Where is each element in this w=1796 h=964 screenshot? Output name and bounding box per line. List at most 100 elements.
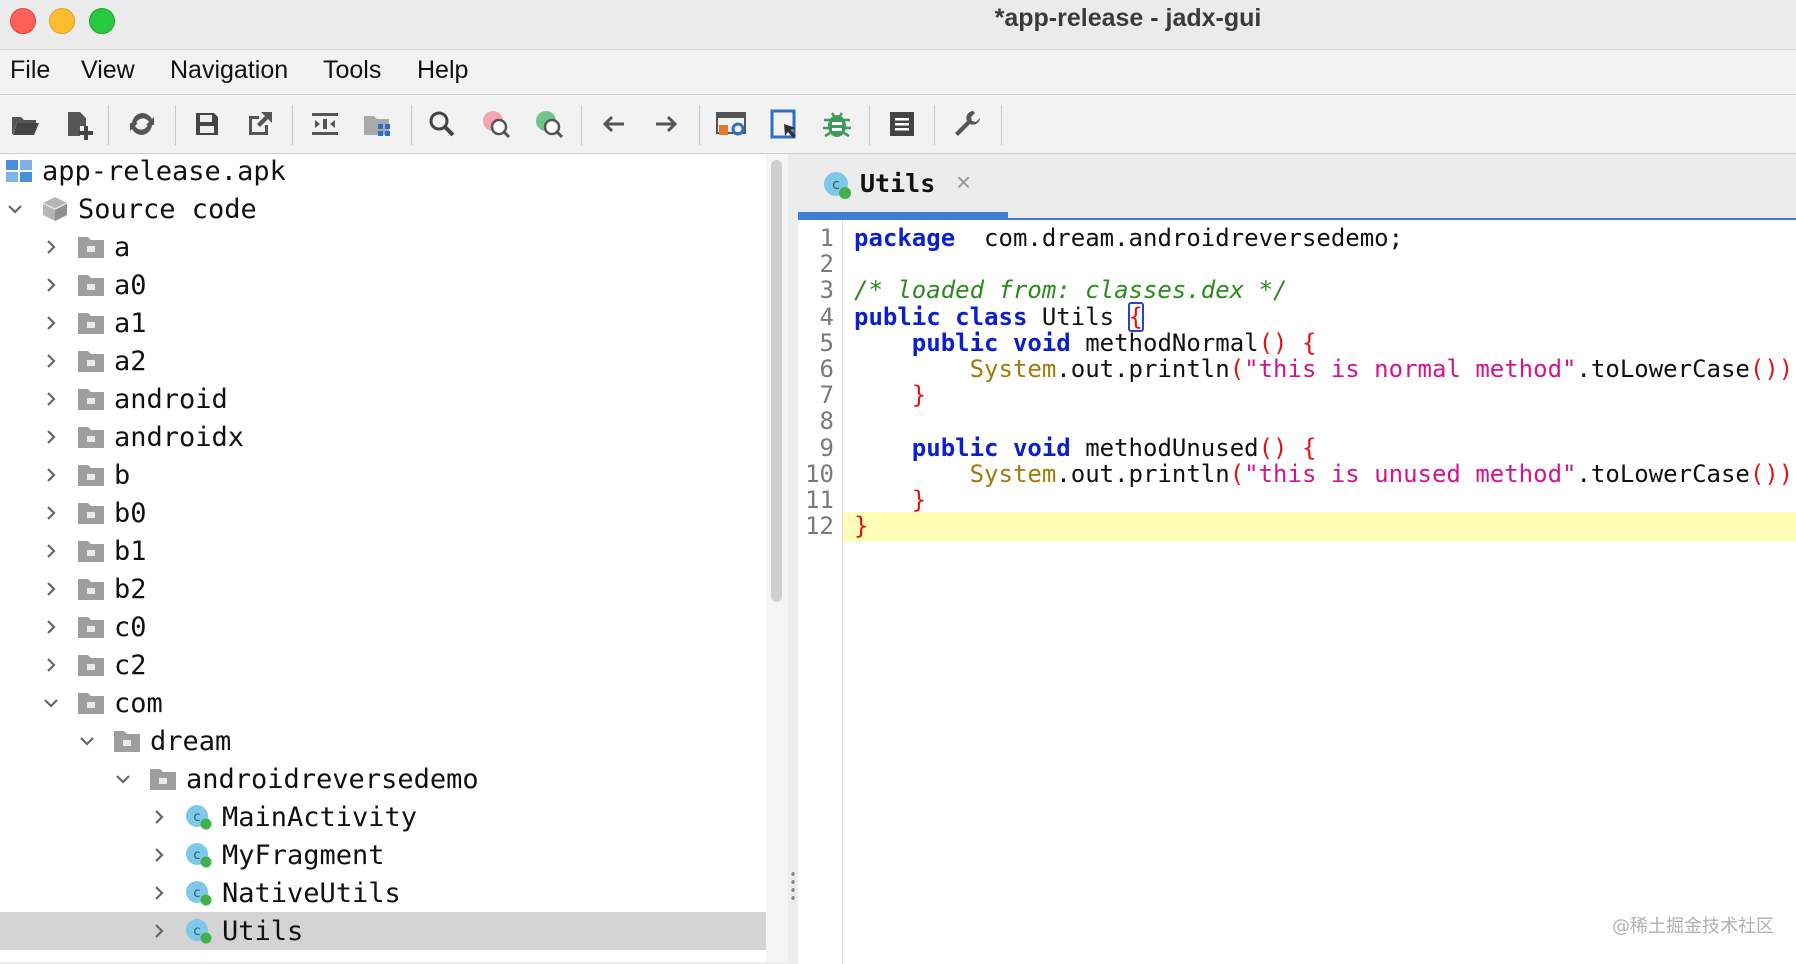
svg-text:c: c <box>193 848 200 863</box>
chevron-right-icon[interactable] <box>40 616 62 638</box>
menu-file[interactable]: File <box>10 56 50 85</box>
code-token: } <box>911 486 927 514</box>
tree-item-label: c0 <box>114 611 147 643</box>
code-editor[interactable]: 1 2 3 4 5 6 7 8 9 10 11 12 package com.dream.androi… <box>798 218 1796 964</box>
svg-text:c: c <box>193 924 200 939</box>
tree-item-a0[interactable]: a0 <box>0 266 766 304</box>
tree-item-label: b <box>114 459 131 491</box>
menu-navigation[interactable]: Navigation <box>170 56 288 85</box>
tree-item-dream[interactable]: dream <box>0 722 766 760</box>
panel-splitter[interactable] <box>788 154 798 962</box>
folder-icon <box>76 538 106 564</box>
deobfuscation-icon[interactable] <box>714 107 748 141</box>
log-viewer-icon[interactable] <box>885 107 919 141</box>
code-token: } <box>911 381 927 410</box>
tree-item-app-release-apk[interactable]: app-release.apk <box>0 154 766 190</box>
forward-icon[interactable] <box>649 107 683 141</box>
close-tab-icon[interactable]: × <box>956 167 971 198</box>
tree-item-androidx[interactable]: androidx <box>0 418 766 456</box>
splitter-grip-icon[interactable] <box>790 870 796 900</box>
tree-item-utils[interactable]: c Utils <box>0 912 766 950</box>
chevron-right-icon[interactable] <box>40 274 62 296</box>
chevron-right-icon[interactable] <box>148 844 170 866</box>
code-line: public class Utils { <box>854 301 1145 332</box>
package-cube-icon <box>40 196 70 222</box>
preferences-icon[interactable] <box>950 107 984 141</box>
find-usage-icon[interactable] <box>532 107 566 141</box>
tree-item-b1[interactable]: b1 <box>0 532 766 570</box>
code-token: { <box>1301 328 1317 357</box>
search-text-icon[interactable] <box>425 107 459 141</box>
tree-item-b2[interactable]: b2 <box>0 570 766 608</box>
chevron-right-icon[interactable] <box>40 426 62 448</box>
flatten-packages-icon[interactable] <box>361 107 395 141</box>
chevron-right-icon[interactable] <box>40 388 62 410</box>
tree-item-c2[interactable]: c2 <box>0 646 766 684</box>
code-token: public void <box>911 328 1071 357</box>
folder-icon <box>76 386 106 412</box>
folder-icon <box>76 500 106 526</box>
chevron-down-icon[interactable] <box>76 730 98 752</box>
export-icon[interactable] <box>243 107 277 141</box>
menu-tools[interactable]: Tools <box>323 56 381 85</box>
chevron-down-icon[interactable] <box>112 768 134 790</box>
window-title: *app-release - jadx-gui <box>994 4 1262 32</box>
chevron-right-icon[interactable] <box>40 464 62 486</box>
chevron-right-icon[interactable] <box>40 350 62 372</box>
tree-item-nativeutils[interactable]: c NativeUtils <box>0 874 766 912</box>
open-file-icon[interactable] <box>8 107 42 141</box>
chevron-right-icon[interactable] <box>148 920 170 942</box>
chevron-right-icon[interactable] <box>40 654 62 676</box>
tree-item-a[interactable]: a <box>0 228 766 266</box>
chevron-right-icon[interactable] <box>40 236 62 258</box>
code-token: ( <box>1229 355 1245 383</box>
chevron-down-icon[interactable] <box>40 692 62 714</box>
sync-icon[interactable] <box>125 107 159 141</box>
sync-with-editor-icon[interactable] <box>308 107 342 141</box>
tree-item-androidreversedemo[interactable]: androidreversedemo <box>0 760 766 798</box>
menu-help[interactable]: Help <box>417 56 468 85</box>
code-token: System <box>969 459 1057 488</box>
back-icon[interactable] <box>597 107 631 141</box>
line-number: 10 <box>805 459 834 488</box>
find-class-icon[interactable] <box>479 107 513 141</box>
tree-item-label: b0 <box>114 497 147 529</box>
chevron-right-icon[interactable] <box>148 882 170 904</box>
save-all-icon[interactable] <box>190 107 224 141</box>
quark-icon[interactable] <box>767 107 801 141</box>
add-files-icon[interactable] <box>61 107 95 141</box>
tree-item-c0[interactable]: c0 <box>0 608 766 646</box>
tree-item-myfragment[interactable]: c MyFragment <box>0 836 766 874</box>
folder-icon <box>76 614 106 640</box>
tree-item-android[interactable]: android <box>0 380 766 418</box>
menu-view[interactable]: View <box>81 56 135 85</box>
chevron-right-icon[interactable] <box>40 312 62 334</box>
tree-item-label: a <box>114 231 131 263</box>
tree-item-label: a0 <box>114 269 147 301</box>
chevron-right-icon[interactable] <box>148 806 170 828</box>
chevron-right-icon[interactable] <box>40 540 62 562</box>
tree-item-mainactivity[interactable]: c MainActivity <box>0 798 766 836</box>
code-token: methodUnused <box>1070 433 1259 462</box>
chevron-right-icon[interactable] <box>40 502 62 524</box>
tree-item-b0[interactable]: b0 <box>0 494 766 532</box>
folder-icon <box>76 576 106 602</box>
tree-item-b[interactable]: b <box>0 456 766 494</box>
code-token: .out.println <box>1056 355 1230 383</box>
chevron-right-icon[interactable] <box>40 578 62 600</box>
debugger-icon[interactable] <box>820 107 854 141</box>
class-icon: c <box>184 804 214 830</box>
tree-item-a1[interactable]: a1 <box>0 304 766 342</box>
project-tree[interactable]: app-release.apk Source code a a0 a1 a2 android… <box>0 154 767 962</box>
line-number: 11 <box>805 486 834 514</box>
tree-item-com[interactable]: com <box>0 684 766 722</box>
tree-scrollbar-thumb[interactable] <box>771 160 782 602</box>
tree-item-a2[interactable]: a2 <box>0 342 766 380</box>
line-number: 1 <box>819 224 834 252</box>
chevron-down-icon[interactable] <box>4 198 26 220</box>
tab-utils[interactable]: c Utils × <box>798 154 1008 218</box>
class-icon: c <box>184 918 214 944</box>
line-number: 5 <box>819 328 834 357</box>
tree-item-source-code[interactable]: Source code <box>0 190 766 228</box>
